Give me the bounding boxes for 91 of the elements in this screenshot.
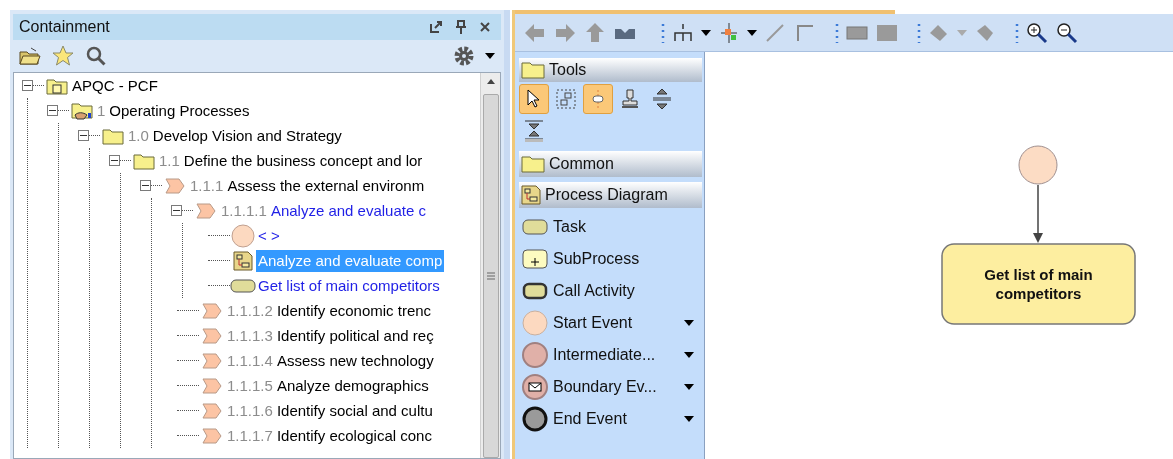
caret-icon[interactable] <box>684 416 694 422</box>
collapse-toggle[interactable] <box>171 205 182 216</box>
folder-icon <box>102 126 124 145</box>
palette-item[interactable]: Boundary Ev... <box>553 375 657 399</box>
subprocess-icon <box>522 249 548 269</box>
tree-item[interactable]: APQC - PCF <box>70 74 160 97</box>
collapse-toggle[interactable] <box>140 180 151 191</box>
tree-item[interactable]: 1.1 Define the business concept and lor <box>157 149 425 172</box>
tree-item[interactable]: 1.1.1.6 Identify social and cultu <box>225 399 435 422</box>
tree-item[interactable]: 1.1.1.1 Analyze and evaluate c <box>219 199 428 222</box>
tree-item[interactable]: 1.1.1.3 Identify political and reç <box>225 324 436 347</box>
task-label: Get list of main competitors <box>983 265 1094 303</box>
call-activity-icon <box>522 282 548 300</box>
grip-icon[interactable] <box>1015 21 1019 44</box>
undock-icon[interactable] <box>429 20 443 34</box>
collapse-toggle[interactable] <box>22 80 33 91</box>
scroll-up-icon[interactable] <box>486 79 495 84</box>
circle-icon <box>231 223 255 248</box>
circle-icon <box>522 406 548 432</box>
folder-icon <box>46 76 68 95</box>
palette-item[interactable]: Task <box>553 215 586 239</box>
caret-icon[interactable] <box>684 384 694 390</box>
chevron-icon <box>196 201 216 220</box>
minus-icon <box>24 82 31 89</box>
close-icon[interactable] <box>479 21 491 33</box>
marquee-icon <box>556 89 576 109</box>
search-icon[interactable] <box>85 45 107 67</box>
tree-item[interactable]: 1.0 Develop Vision and Strategy <box>126 124 344 147</box>
panel-title: Containment <box>19 17 110 37</box>
folder-icon <box>521 61 545 79</box>
minus-icon <box>173 207 180 214</box>
task-shape[interactable] <box>941 243 1136 325</box>
sequence-flow-arrow[interactable] <box>1033 184 1043 243</box>
tree-item[interactable]: 1 Operating Processes <box>95 99 252 122</box>
tree-item[interactable]: < > <box>256 224 282 247</box>
scrollbar[interactable] <box>480 73 500 458</box>
grip-icon[interactable] <box>661 21 665 44</box>
palette-item[interactable]: Intermediate... <box>553 343 656 367</box>
minus-icon <box>142 182 149 189</box>
grip-icon[interactable] <box>917 21 921 44</box>
caret-icon[interactable] <box>701 29 711 36</box>
chevron-icon <box>202 376 222 395</box>
circle-icon <box>522 310 548 336</box>
tool-button[interactable] <box>519 84 549 114</box>
minus-icon <box>80 132 87 139</box>
pointer-icon <box>526 89 542 109</box>
stamp-icon <box>619 88 641 110</box>
diagram-icon <box>521 185 541 205</box>
tree-item[interactable]: 1.1.1.5 Analyze demographics <box>225 374 431 397</box>
palette-item[interactable]: Start Event <box>553 311 633 335</box>
task-icon <box>522 218 548 236</box>
chevron-icon <box>165 176 185 195</box>
diagram-icon <box>233 250 253 271</box>
folder-icon <box>71 100 93 121</box>
grip-icon[interactable] <box>835 21 839 44</box>
tree-item[interactable]: 1.1.1.2 Identify economic trenc <box>225 299 434 322</box>
chevron-icon <box>202 426 222 445</box>
folder-icon <box>133 151 155 170</box>
open-folder-icon[interactable] <box>19 46 41 66</box>
start-event[interactable] <box>1018 145 1058 185</box>
envelope-icon <box>522 374 548 400</box>
chevron-icon <box>202 351 222 370</box>
palette-item[interactable]: End Event <box>553 407 627 431</box>
minus-icon <box>49 107 56 114</box>
join-icon <box>523 119 545 143</box>
caret-icon[interactable] <box>485 53 495 59</box>
split-icon <box>651 88 673 110</box>
chevron-icon <box>202 326 222 345</box>
palette-item[interactable]: Call Activity <box>553 279 635 303</box>
star-icon[interactable] <box>51 44 75 68</box>
minus-icon <box>111 157 118 164</box>
chevron-icon <box>202 301 222 320</box>
caret-icon[interactable] <box>747 29 757 36</box>
caret-icon[interactable] <box>684 320 694 326</box>
collapse-toggle[interactable] <box>109 155 120 166</box>
palette-item[interactable]: SubProcess <box>553 247 640 271</box>
pin-icon[interactable] <box>455 20 467 34</box>
tree-item[interactable]: 1.1.1 Assess the external environm <box>188 174 427 197</box>
collapse-toggle[interactable] <box>78 130 89 141</box>
chevron-icon <box>202 401 222 420</box>
zoom-out-icon[interactable] <box>1055 20 1079 45</box>
zoom-in-icon[interactable] <box>1025 20 1049 45</box>
tree-item[interactable]: 1.1.1.4 Assess new technology <box>225 349 436 372</box>
grip-icon <box>486 272 495 280</box>
tree-item[interactable]: 1.1.1.7 Identify ecological conc <box>225 424 434 447</box>
collapse-toggle[interactable] <box>47 105 58 116</box>
settings-icon[interactable] <box>453 45 475 67</box>
folder-icon <box>521 155 545 173</box>
tree-item[interactable]: Get list of main competitors <box>256 274 442 297</box>
circle-icon <box>522 342 548 368</box>
caret-icon[interactable] <box>684 352 694 358</box>
